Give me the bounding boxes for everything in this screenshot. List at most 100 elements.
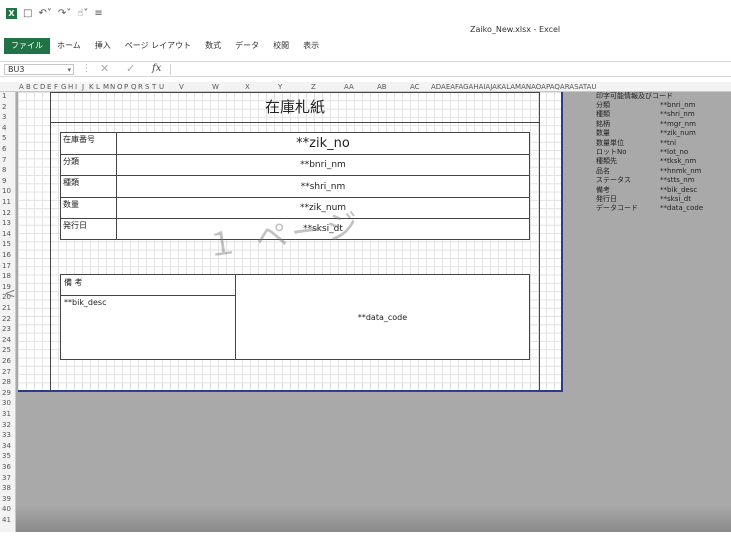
column-header[interactable]: G — [61, 82, 66, 91]
remarks-label: 備 考 — [61, 275, 236, 296]
column-header[interactable]: X — [245, 82, 250, 91]
row-header[interactable]: 27 — [2, 368, 11, 376]
row-header[interactable]: 38 — [2, 484, 11, 492]
column-header[interactable]: S — [145, 82, 149, 91]
row-header[interactable]: 32 — [2, 421, 11, 429]
row-header[interactable]: 26 — [2, 357, 11, 365]
column-header[interactable]: I — [75, 82, 77, 91]
column-header[interactable]: Z — [311, 82, 316, 91]
row-header[interactable]: 3 — [2, 113, 6, 121]
row-header[interactable]: 4 — [2, 124, 6, 132]
column-header[interactable]: C — [33, 82, 38, 91]
column-header[interactable]: V — [179, 82, 184, 91]
column-header[interactable]: W — [212, 82, 219, 91]
row-header[interactable]: 2 — [2, 103, 6, 111]
column-header[interactable]: N — [110, 82, 115, 91]
insert-function-button[interactable]: fx — [152, 63, 161, 74]
data-code-value[interactable]: **data_code — [236, 275, 529, 359]
remarks-value[interactable]: **bik_desc — [61, 296, 236, 359]
column-header[interactable]: J — [82, 82, 84, 91]
tab-page-layout[interactable]: ページ レイアウト — [118, 38, 198, 54]
column-header[interactable]: K — [89, 82, 94, 91]
column-header[interactable]: E — [47, 82, 51, 91]
undo-icon[interactable]: ↶˅ — [38, 8, 51, 19]
column-header[interactable]: T — [152, 82, 156, 91]
row-header[interactable]: 1 — [2, 92, 6, 100]
tab-data[interactable]: データ — [228, 38, 266, 54]
column-header[interactable]: M — [103, 82, 109, 91]
column-header[interactable]: U — [159, 82, 164, 91]
row-header[interactable]: 13 — [2, 219, 11, 227]
tab-review[interactable]: 校閲 — [266, 38, 296, 54]
row-header[interactable]: 41 — [2, 516, 11, 524]
table-row[interactable]: 在庫番号 **zik_no — [61, 133, 529, 155]
column-header[interactable]: A — [19, 82, 24, 91]
redo-icon[interactable]: ↷˅ — [58, 8, 71, 19]
row-header[interactable]: 17 — [2, 262, 11, 270]
row-header[interactable]: 18 — [2, 272, 11, 280]
row-header[interactable]: 7 — [2, 156, 6, 164]
row-header[interactable]: 22 — [2, 315, 11, 323]
row-header[interactable]: 30 — [2, 399, 11, 407]
column-header[interactable]: H — [68, 82, 73, 91]
column-header[interactable]: Y — [278, 82, 282, 91]
column-header[interactable]: ADAEAFAGAHAIAJAKALAMANAOAPAQARASATAU — [431, 82, 597, 91]
enter-icon[interactable]: ✓ — [126, 62, 135, 75]
ribbon-tabs: ファイル ホーム 挿入 ページ レイアウト 数式 データ 校閲 表示 — [0, 38, 731, 54]
column-header[interactable]: Q — [131, 82, 137, 91]
name-box[interactable]: BU3 ▾ — [4, 64, 74, 75]
row-header[interactable]: 29 — [2, 389, 11, 397]
column-header[interactable]: B — [26, 82, 31, 91]
row-header[interactable]: 25 — [2, 346, 11, 354]
row-header[interactable]: 36 — [2, 463, 11, 471]
column-header[interactable]: P — [124, 82, 128, 91]
row-header[interactable]: 28 — [2, 378, 11, 386]
customize-qat-icon[interactable]: ≡ — [94, 8, 102, 19]
column-header[interactable]: F — [54, 82, 58, 91]
row-header[interactable]: 31 — [2, 410, 11, 418]
row-header[interactable]: 37 — [2, 474, 11, 482]
row-header[interactable]: 6 — [2, 145, 6, 153]
legend-code: **tni — [660, 138, 677, 147]
row-header[interactable]: 11 — [2, 198, 11, 206]
table-row[interactable]: 分類 **bnri_nm — [61, 155, 529, 176]
formula-input[interactable] — [170, 64, 728, 75]
row-header[interactable]: 10 — [2, 187, 11, 195]
cancel-icon[interactable]: ✕ — [100, 62, 109, 75]
touch-mode-icon[interactable]: ☝˅ — [77, 8, 88, 19]
row-header[interactable]: 15 — [2, 240, 11, 248]
row-header[interactable]: 35 — [2, 452, 11, 460]
row-header[interactable]: 14 — [2, 230, 11, 238]
tab-home[interactable]: ホーム — [50, 38, 88, 54]
column-header[interactable]: R — [138, 82, 143, 91]
row-header[interactable]: 21 — [2, 304, 11, 312]
tab-formulas[interactable]: 数式 — [198, 38, 228, 54]
row-header[interactable]: 34 — [2, 442, 11, 450]
table-row[interactable]: 種類 **shri_nm — [61, 176, 529, 198]
row-header[interactable]: 39 — [2, 495, 11, 503]
tab-file[interactable]: ファイル — [4, 38, 50, 54]
column-header[interactable]: D — [40, 82, 45, 91]
column-header[interactable]: O — [117, 82, 123, 91]
legend-code: **shri_nm — [660, 110, 695, 119]
row-header[interactable]: 16 — [2, 251, 11, 259]
row-header[interactable]: 24 — [2, 336, 11, 344]
row-header[interactable]: 5 — [2, 134, 6, 142]
column-header[interactable]: AA — [344, 82, 354, 91]
save-icon[interactable]: □ — [23, 8, 32, 19]
row-header[interactable]: 23 — [2, 325, 11, 333]
column-header[interactable]: AB — [377, 82, 387, 91]
column-header[interactable]: AC — [410, 82, 420, 91]
field-value: **zik_no — [296, 136, 350, 151]
row-header[interactable]: 33 — [2, 431, 11, 439]
chevron-down-icon[interactable]: ▾ — [67, 65, 71, 75]
tab-view[interactable]: 表示 — [296, 38, 326, 54]
row-header[interactable]: 40 — [2, 505, 11, 513]
column-header[interactable]: L — [96, 82, 100, 91]
row-header[interactable]: 9 — [2, 177, 6, 185]
row-header[interactable]: 8 — [2, 166, 6, 174]
legend-key: ステータス — [596, 176, 631, 185]
row-header[interactable]: 12 — [2, 209, 11, 217]
tab-insert[interactable]: 挿入 — [88, 38, 118, 54]
legend-key: 備考 — [596, 185, 610, 194]
